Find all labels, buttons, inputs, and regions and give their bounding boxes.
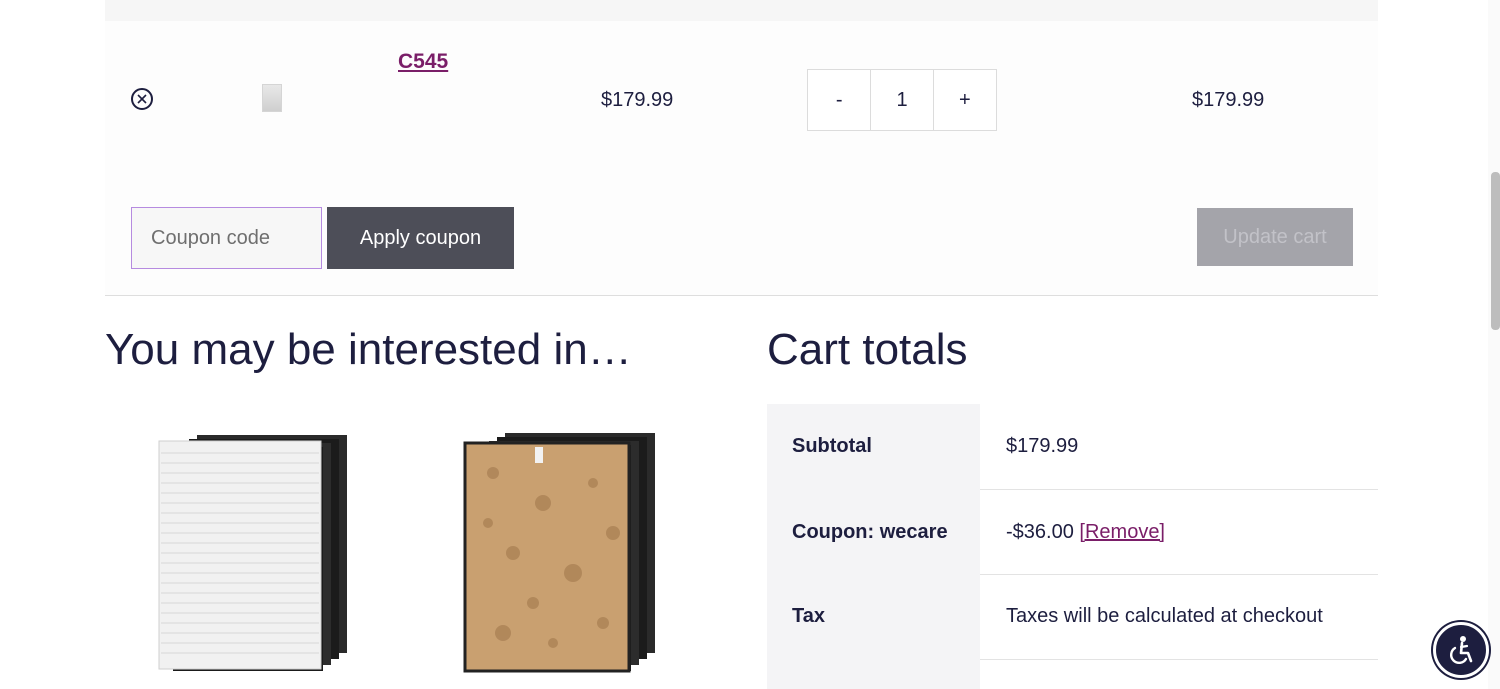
coupon-value: -$36.00 [Remove] bbox=[1006, 521, 1165, 544]
totals-divider bbox=[980, 489, 1378, 490]
quantity-decrease-button[interactable]: - bbox=[808, 70, 870, 130]
remove-coupon-link[interactable]: [Remove] bbox=[1079, 521, 1165, 543]
scrollbar-thumb[interactable] bbox=[1491, 172, 1500, 330]
cart-row bbox=[105, 21, 1378, 182]
coupon-label: Coupon: wecare bbox=[792, 521, 948, 543]
cart-totals-heading: Cart totals bbox=[767, 325, 968, 374]
tax-value: Taxes will be calculated at checkout bbox=[1006, 605, 1323, 627]
update-cart-button[interactable]: Update cart bbox=[1197, 208, 1353, 266]
cross-sells-heading: You may be interested in… bbox=[105, 325, 632, 374]
subtotal-label: Subtotal bbox=[792, 435, 872, 457]
scrollbar-track[interactable] bbox=[1488, 0, 1500, 689]
accessibility-icon bbox=[1450, 636, 1473, 664]
accessibility-button[interactable] bbox=[1433, 622, 1489, 678]
totals-divider bbox=[980, 574, 1378, 575]
quantity-increase-button[interactable]: + bbox=[934, 70, 996, 130]
white-hepa-filter-image[interactable] bbox=[155, 433, 350, 673]
subtotal-value: $179.99 bbox=[1006, 435, 1079, 457]
coupon-discount-amount: -$36.00 bbox=[1006, 521, 1074, 543]
carbon-prefilter-image[interactable] bbox=[463, 433, 658, 673]
apply-coupon-button[interactable]: Apply coupon bbox=[327, 207, 514, 269]
remove-item-icon[interactable] bbox=[131, 88, 153, 110]
cart-table-header bbox=[105, 0, 1378, 21]
quantity-stepper: - 1 + bbox=[807, 69, 997, 131]
product-name-link[interactable]: C545 bbox=[398, 50, 448, 74]
product-price: $179.99 bbox=[601, 89, 674, 111]
quantity-value[interactable]: 1 bbox=[870, 70, 934, 130]
circle-x-icon bbox=[137, 94, 147, 104]
line-subtotal: $179.99 bbox=[1192, 89, 1265, 111]
product-thumbnail[interactable] bbox=[262, 84, 282, 112]
coupon-code-input[interactable] bbox=[131, 207, 322, 269]
totals-divider bbox=[980, 659, 1378, 660]
tax-label: Tax bbox=[792, 605, 825, 627]
